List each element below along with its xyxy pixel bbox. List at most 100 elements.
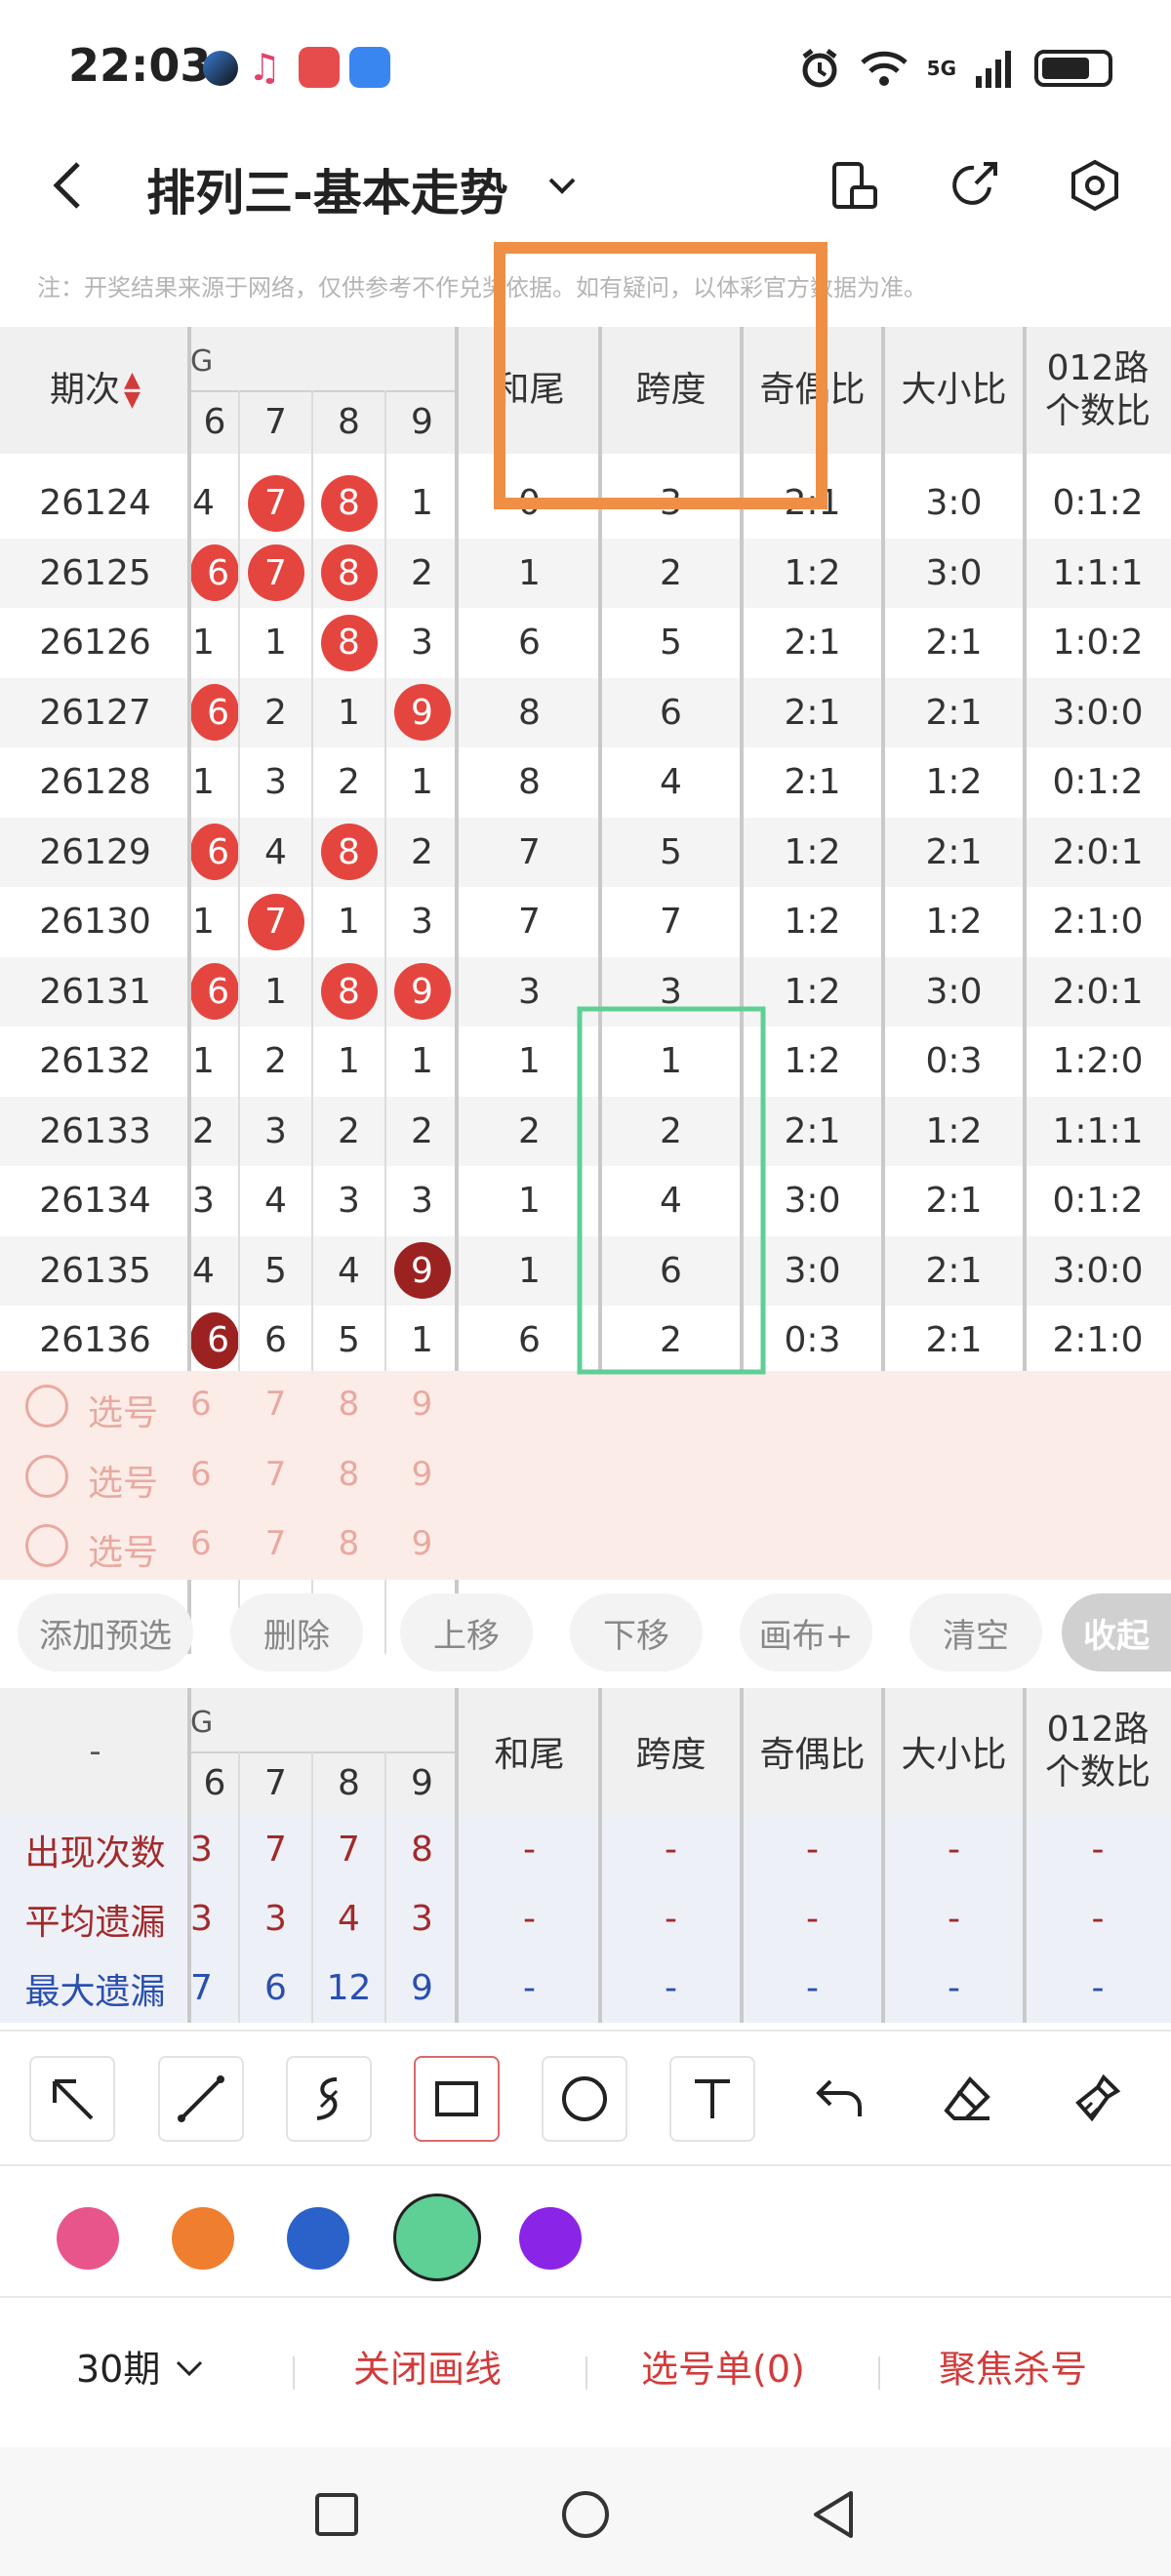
stats-digit-value: 6 <box>264 1968 287 2008</box>
canvas-add-button[interactable]: 画布+ <box>740 1593 872 1671</box>
stats-digit-value: 4 <box>338 1899 360 1939</box>
move-down-button[interactable]: 下移 <box>570 1593 703 1671</box>
select-circle-icon[interactable] <box>25 1385 68 1428</box>
pick-number[interactable]: 8 <box>312 1385 385 1424</box>
stats-digit-value: 3 <box>190 1830 213 1870</box>
stats-row: 平均遗漏 3 3 4 3 - - - - - <box>0 1884 1171 1953</box>
stats-header: - G 6 7 8 9 和尾 跨度 奇偶比 大小比 012路 个数比 <box>0 1688 1171 1815</box>
digit-group-header: G <box>190 1706 214 1740</box>
pick-number[interactable]: 7 <box>239 1385 312 1424</box>
close-draw-button[interactable]: 关闭画线 <box>353 2339 502 2393</box>
home-circle-icon <box>562 2491 609 2538</box>
pick-number[interactable]: 9 <box>385 1385 459 1424</box>
period-count-label: 30期 <box>76 2348 161 2391</box>
pick-area: 选号 6 7 8 9 选号 6 7 8 9 选号 6 7 8 9 <box>0 1371 1171 1580</box>
color-swatch-pink[interactable] <box>57 2207 119 2270</box>
recents-button[interactable] <box>312 2490 361 2543</box>
orange-rectangle-annotation <box>494 242 828 509</box>
stats-digit-value: 8 <box>411 1830 433 1870</box>
color-swatch-blue[interactable] <box>287 2207 349 2270</box>
pick-label: 选号 <box>88 1463 159 1504</box>
color-palette <box>0 2166 1171 2298</box>
stats-value: - <box>523 1830 536 1870</box>
text-tool-button[interactable] <box>669 2056 755 2142</box>
stats-value: - <box>1091 1968 1105 2008</box>
stats-label: 出现次数 <box>24 1832 166 1873</box>
stats-digit-value: 3 <box>190 1899 213 1939</box>
rectangle-tool-button[interactable] <box>414 2056 500 2142</box>
pick-number[interactable]: 9 <box>385 1455 459 1494</box>
system-nav-bar <box>0 2447 1171 2576</box>
undo-button[interactable] <box>797 2056 883 2142</box>
color-swatch-green[interactable] <box>393 2194 481 2281</box>
stats-digit-value: 3 <box>264 1899 287 1939</box>
move-up-button[interactable]: 上移 <box>400 1593 533 1671</box>
pick-number[interactable]: 8 <box>312 1524 385 1563</box>
kuadu-header: 跨度 <box>635 1735 707 1775</box>
jioubi-header: 奇偶比 <box>759 1735 866 1775</box>
stats-value: - <box>806 1899 819 1939</box>
line-tool-button[interactable] <box>158 2056 244 2142</box>
clear-brush-button[interactable] <box>1053 2056 1139 2142</box>
circle-tool-button[interactable] <box>542 2056 627 2142</box>
add-preselect-button[interactable]: 添加预选 <box>18 1593 193 1671</box>
digit-col-header: 9 <box>411 1763 433 1803</box>
stats-value: - <box>665 1830 677 1870</box>
stats-label: 最大遗漏 <box>24 1971 166 2012</box>
color-swatch-orange[interactable] <box>172 2207 234 2270</box>
color-swatch-purple[interactable] <box>519 2207 582 2270</box>
pick-number[interactable]: 7 <box>239 1455 312 1494</box>
period-count-select[interactable]: 30期 <box>76 2339 207 2393</box>
pick-row[interactable]: 选号 6 7 8 9 <box>0 1441 459 1510</box>
stats-row: 出现次数 3 7 7 8 - - - - - <box>0 1815 1171 1884</box>
stats-row: 最大遗漏 7 6 12 9 - - - - - <box>0 1953 1171 2023</box>
stats-value: - <box>665 1968 677 2008</box>
select-circle-icon[interactable] <box>25 1524 68 1567</box>
circle-icon <box>562 2076 607 2121</box>
pick-label: 选号 <box>88 1533 159 1573</box>
back-nav-button[interactable] <box>808 2488 857 2545</box>
drawing-annotations <box>494 242 828 1375</box>
pick-number[interactable]: 6 <box>190 1455 239 1494</box>
home-button[interactable] <box>559 2488 612 2545</box>
selection-list-button[interactable]: 选号单(0) <box>641 2339 805 2393</box>
stats-value: - <box>806 1968 819 2008</box>
arrow-tool-button[interactable] <box>29 2056 115 2142</box>
stats-value: - <box>948 1899 960 1939</box>
pick-number[interactable]: 6 <box>190 1385 239 1424</box>
pick-number[interactable]: 8 <box>312 1455 385 1494</box>
pick-number[interactable]: 9 <box>385 1524 459 1563</box>
hewei-header: 和尾 <box>494 1735 565 1775</box>
undo-icon <box>816 2079 862 2116</box>
stats-digit-value: 7 <box>338 1830 360 1870</box>
freehand-tool-button[interactable] <box>286 2056 372 2142</box>
select-circle-icon[interactable] <box>25 1454 68 1498</box>
stats-value: - <box>1091 1830 1105 1870</box>
green-rectangle-annotation <box>577 1006 766 1375</box>
pick-label: 选号 <box>88 1393 159 1433</box>
chevron-down-icon <box>177 2360 203 2377</box>
daxiaobi-header: 大小比 <box>901 1735 1007 1775</box>
pick-number[interactable]: 6 <box>190 1524 239 1563</box>
stats-value: - <box>523 1968 536 2008</box>
stats-label: 平均遗漏 <box>24 1902 166 1943</box>
square-icon <box>315 2493 358 2536</box>
lu012-header: 012路 个数比 <box>1025 1688 1171 1815</box>
digit-col-header: 8 <box>338 1763 360 1803</box>
collapse-button[interactable]: 收起 <box>1062 1593 1171 1671</box>
drawing-toolbar <box>0 2030 1171 2166</box>
digit-col-header: 7 <box>264 1763 287 1803</box>
eraser-button[interactable] <box>925 2056 1011 2142</box>
focus-kill-button[interactable]: 聚焦杀号 <box>939 2339 1087 2393</box>
bottom-bar: 30期 关闭画线 选号单(0) 聚焦杀号 <box>0 2300 1171 2446</box>
delete-button[interactable]: 删除 <box>230 1593 363 1671</box>
stats-digit-value: 9 <box>411 1968 433 2008</box>
stats-digit-value: 12 <box>326 1968 372 2008</box>
stats-value: - <box>665 1899 677 1939</box>
stats-value: - <box>523 1899 536 1939</box>
clear-button[interactable]: 清空 <box>909 1593 1042 1671</box>
pick-row[interactable]: 选号 6 7 8 9 <box>0 1510 459 1580</box>
lu012-header-line1: 012路 <box>1046 1710 1150 1750</box>
pick-number[interactable]: 7 <box>239 1524 312 1563</box>
freehand-icon <box>316 2077 339 2120</box>
